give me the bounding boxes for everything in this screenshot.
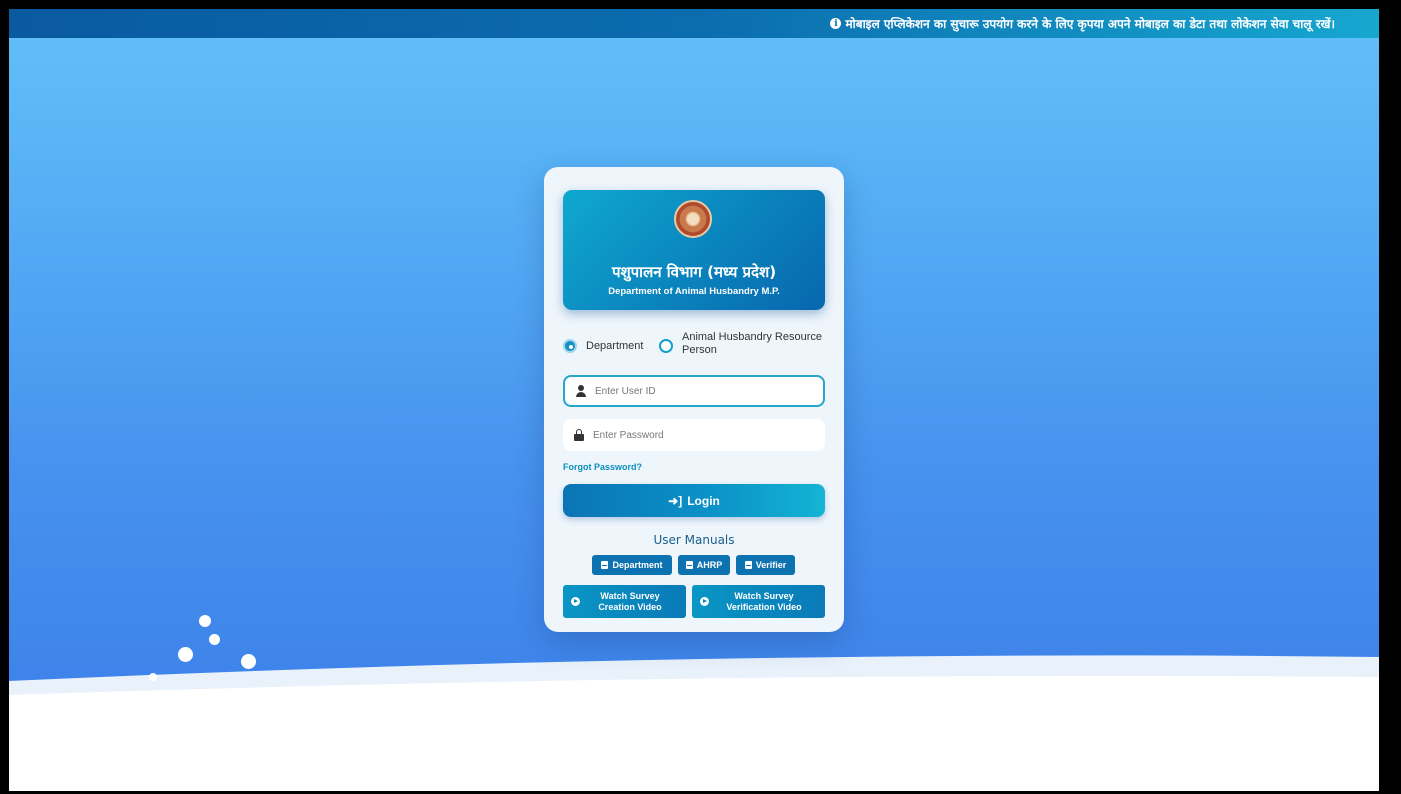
decorative-dot bbox=[209, 634, 220, 645]
creation-video-line1: Watch Survey bbox=[600, 590, 660, 601]
department-title-hindi: पशुपालन विभाग (मध्य प्रदेश) bbox=[611, 263, 777, 281]
verification-video-line2: Verification Video bbox=[726, 601, 802, 612]
user-id-field[interactable]: Enter User ID bbox=[563, 375, 825, 407]
forgot-password-link[interactable]: Forgot Password? bbox=[563, 462, 642, 472]
department-title-english: Department of Animal Husbandry M.P. bbox=[608, 286, 780, 297]
decorative-dot bbox=[199, 615, 211, 627]
file-icon bbox=[685, 561, 693, 569]
watch-verification-video-button[interactable]: Watch Survey Verification Video bbox=[692, 585, 825, 618]
decorative-dot bbox=[149, 673, 157, 681]
decorative-dot bbox=[178, 647, 193, 662]
manual-verifier-button[interactable]: Verifier bbox=[736, 555, 795, 575]
login-button-label: Login bbox=[687, 493, 720, 508]
mp-emblem-logo bbox=[674, 200, 712, 238]
watch-creation-video-button[interactable]: Watch Survey Creation Video bbox=[563, 585, 686, 618]
radio-department[interactable] bbox=[563, 339, 577, 353]
user-manuals-title: User Manuals bbox=[653, 533, 735, 547]
manual-ahrp-button[interactable]: AHRP bbox=[678, 555, 730, 575]
play-circle-icon bbox=[571, 597, 580, 606]
manual-department-label: Department bbox=[612, 560, 663, 570]
login-type-selector: Department Animal Husbandry Resource Per… bbox=[563, 329, 825, 363]
department-header: पशुपालन विभाग (मध्य प्रदेश) Department o… bbox=[563, 190, 825, 310]
radio-department-label[interactable]: Department bbox=[586, 340, 643, 352]
password-field[interactable]: Enter Password bbox=[563, 419, 825, 451]
file-icon bbox=[601, 561, 609, 569]
manual-verifier-label: Verifier bbox=[755, 560, 787, 570]
lock-icon bbox=[573, 429, 585, 441]
manual-department-button[interactable]: Department bbox=[592, 555, 672, 575]
file-icon bbox=[744, 561, 752, 569]
radio-ahrp-label[interactable]: Animal Husbandry Resource Person bbox=[682, 331, 825, 357]
creation-video-line2: Creation Video bbox=[598, 601, 662, 612]
login-button[interactable]: ➜] Login bbox=[563, 484, 825, 517]
radio-ahrp[interactable] bbox=[659, 339, 673, 353]
user-id-placeholder: Enter User ID bbox=[595, 385, 656, 397]
user-icon bbox=[575, 385, 587, 397]
login-card: पशुपालन विभाग (मध्य प्रदेश) Department o… bbox=[544, 167, 844, 632]
play-circle-icon bbox=[700, 597, 709, 606]
page-frame: i मोबाइल एप्लिकेशन का सुचारू उपयोग करने … bbox=[9, 9, 1379, 791]
sign-in-icon: ➜] bbox=[668, 493, 683, 508]
manual-ahrp-label: AHRP bbox=[696, 560, 723, 570]
password-placeholder: Enter Password bbox=[593, 429, 664, 441]
decorative-dot bbox=[241, 654, 256, 669]
verification-video-line1: Watch Survey bbox=[734, 590, 794, 601]
